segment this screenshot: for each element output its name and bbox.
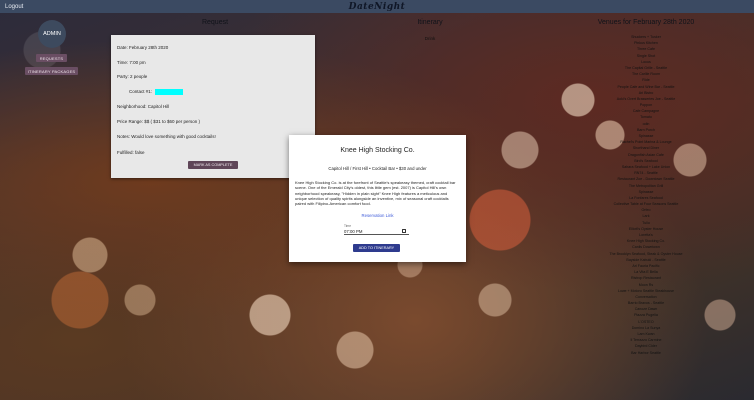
venues-column-title: Venues for February 28th 2020 bbox=[597, 19, 695, 26]
brand-logo: DateNight bbox=[348, 1, 406, 12]
clock-icon[interactable] bbox=[402, 229, 406, 233]
request-date: Date: February 28th 2020 bbox=[117, 45, 169, 50]
request-price-range: Price Range: $$ ( $31 to $60 per person … bbox=[117, 119, 201, 124]
venues-list: Shuckers + Tusker Pinkus Kitchen Three Caf… bbox=[589, 34, 703, 356]
itinerary-column-title: Itinerary bbox=[417, 19, 443, 26]
itinerary-packages-button[interactable]: ITINERARY PACKAGES bbox=[25, 67, 78, 75]
mark-complete-button[interactable]: MARK AS COMPLETE bbox=[188, 161, 238, 169]
contact-redacted-highlight bbox=[155, 89, 184, 95]
venue-title: Knee High Stocking Co. bbox=[340, 147, 415, 154]
venue-description: Knee High Stocking Co. is at the forefro… bbox=[295, 180, 456, 207]
requests-button[interactable]: REQUESTS bbox=[36, 54, 67, 62]
itinerary-item: Drink bbox=[424, 36, 436, 41]
time-input[interactable]: 07:00 PM bbox=[344, 228, 409, 235]
venue-item[interactable]: Bar Harbor Seattle bbox=[589, 350, 703, 356]
time-value: 07:00 PM bbox=[344, 229, 363, 234]
reservation-link[interactable]: Reservation Link bbox=[289, 213, 466, 218]
venue-detail-modal: Knee High Stocking Co. Capitol Hill / Fi… bbox=[289, 135, 466, 262]
request-notes: Notes: Would love something with good co… bbox=[117, 134, 216, 139]
request-fulfilled: Fulfilled: false bbox=[117, 150, 145, 155]
request-contact: Contact #1: bbox=[129, 89, 184, 95]
request-neighborhood: Neighborhood: Capitol Hill bbox=[117, 104, 170, 109]
request-time: Time: 7:00 pm bbox=[117, 60, 146, 65]
venue-subtitle: Capitol Hill / First Hill • Cocktail Bar… bbox=[328, 166, 427, 171]
request-column-title: Request bbox=[201, 19, 229, 26]
request-party: Party: 2 people bbox=[117, 74, 148, 79]
top-navbar: Logout DateNight bbox=[0, 0, 754, 13]
add-to-itinerary-button[interactable]: ADD TO ITINERARY bbox=[353, 244, 400, 252]
contact-label: Contact #1: bbox=[129, 89, 153, 95]
request-card: Date: February 28th 2020 Time: 7:00 pm P… bbox=[111, 35, 315, 178]
admin-avatar: ADMIN bbox=[38, 20, 66, 48]
